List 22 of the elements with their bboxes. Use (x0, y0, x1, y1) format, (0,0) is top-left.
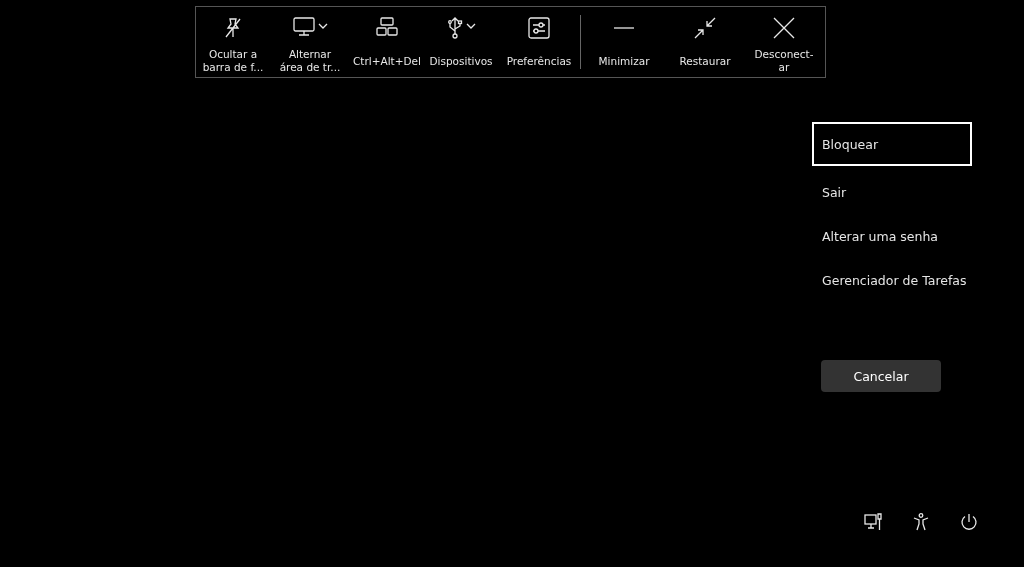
restore-arrows-icon (694, 17, 716, 39)
caret-icon (465, 23, 476, 29)
minimize-icon (613, 27, 635, 29)
close-icon (773, 17, 795, 39)
caret-icon (317, 23, 328, 29)
menu-item[interactable]: Bloquear (812, 122, 972, 166)
toolbar-button[interactable]: Ocultar a barra de f... (198, 7, 268, 77)
power-icon[interactable] (958, 511, 980, 533)
window-control-button[interactable]: Desconect-ar (745, 7, 823, 77)
usb-icon (446, 17, 463, 39)
cancel-button[interactable]: Cancelar (821, 360, 941, 392)
network-icon[interactable] (862, 511, 884, 533)
window-control-button[interactable]: Restaurar (665, 7, 745, 77)
pin-off-icon (223, 17, 243, 39)
toolbar-button[interactable]: Preferências (500, 7, 578, 77)
monitor-icon (292, 17, 315, 37)
toolbar-button[interactable]: Alternar área de tr... (268, 7, 352, 77)
keyboard-keys-icon (376, 17, 398, 37)
toolbar-button[interactable]: Ctrl+Alt+Del (352, 7, 422, 77)
window-control-button[interactable]: Minimizar (583, 7, 665, 77)
settings-sliders-icon (528, 17, 550, 39)
toolbar-button[interactable]: Dispositivos (422, 7, 500, 77)
